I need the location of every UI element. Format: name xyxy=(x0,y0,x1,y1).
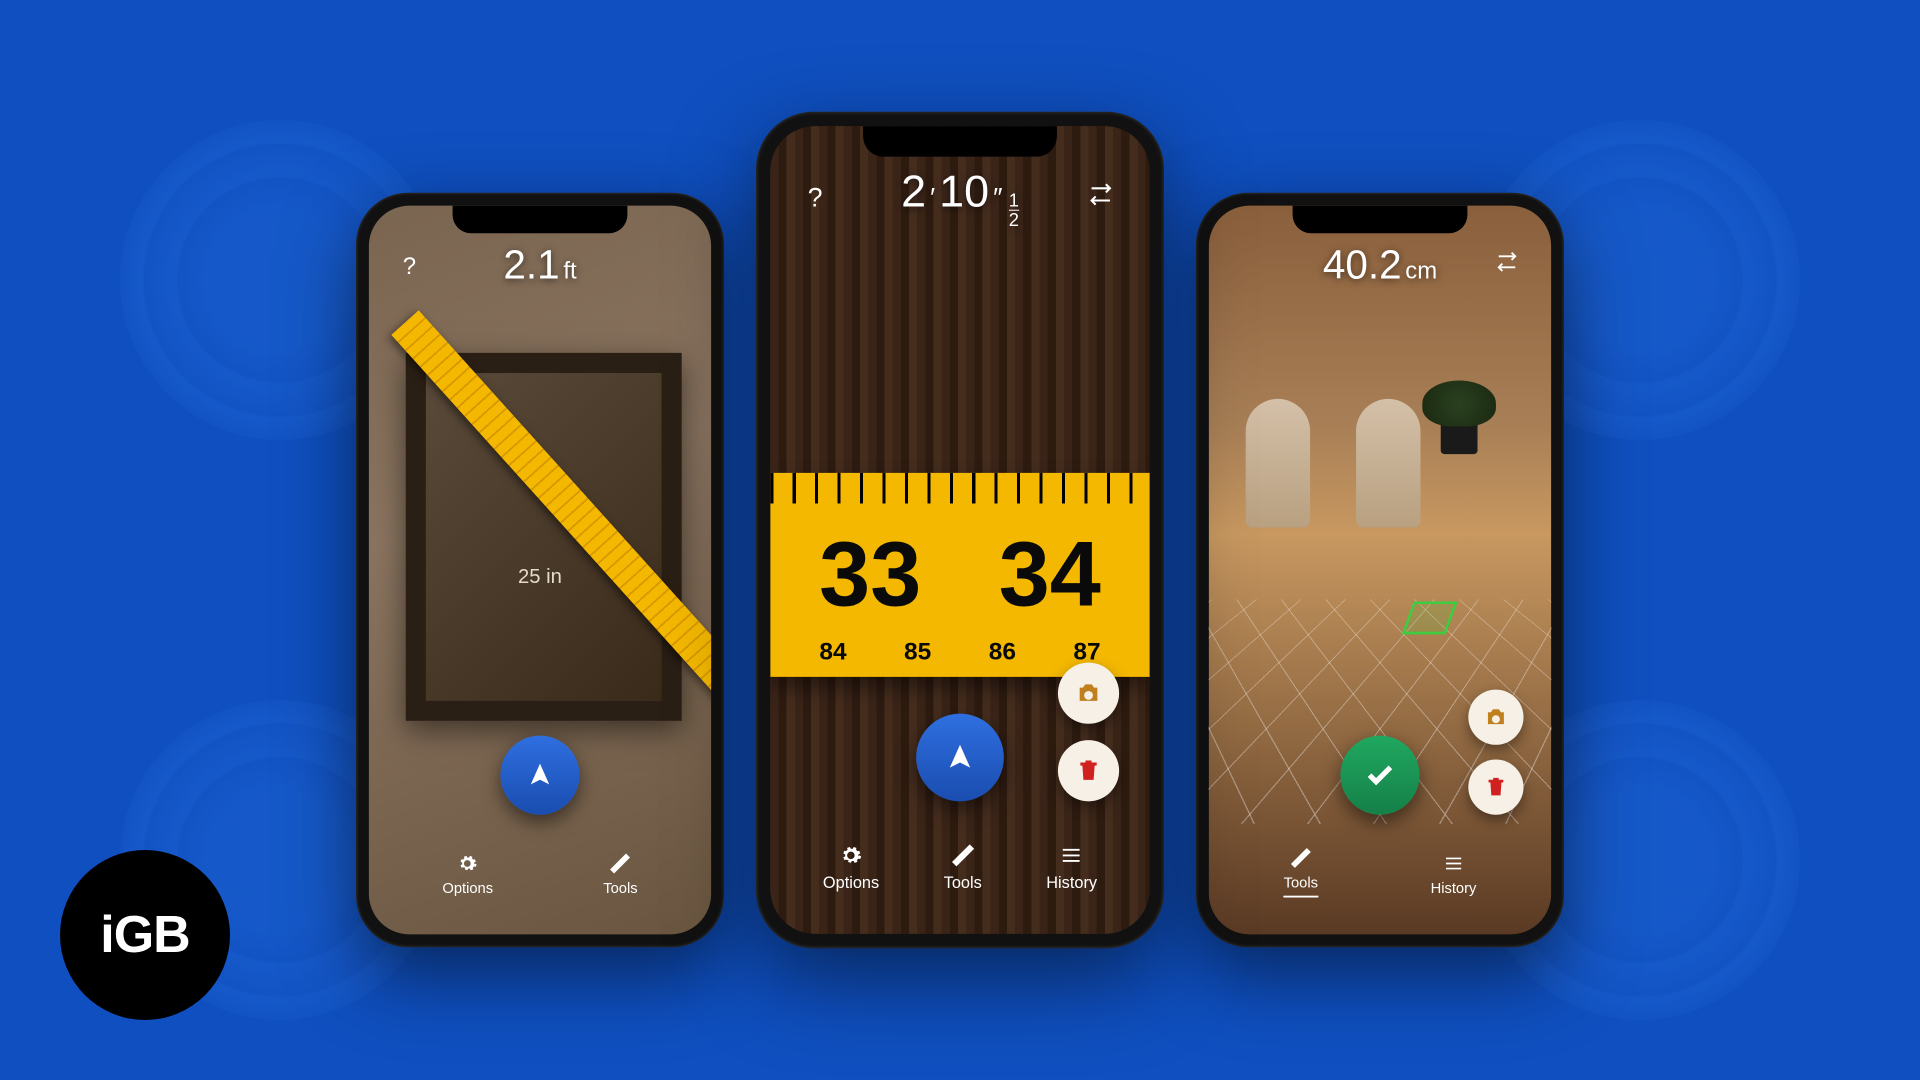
ruler-icon xyxy=(949,842,976,869)
bottom-nav: Options Tools xyxy=(369,852,711,898)
inch-mark: ″ xyxy=(993,182,1002,214)
measurement-feet: 2 xyxy=(901,167,926,218)
igb-logo-text: iGB xyxy=(100,905,189,965)
menu-icon xyxy=(1442,852,1466,876)
bottom-nav: Tools History xyxy=(1209,846,1551,898)
nav-label: Tools xyxy=(944,875,982,893)
phone-screen: 40.2 cm xyxy=(1209,206,1551,935)
help-icon[interactable]: ? xyxy=(799,182,832,215)
gear-icon xyxy=(838,842,865,869)
trash-icon xyxy=(1485,776,1507,798)
subject-picture-frame xyxy=(406,353,682,721)
nav-label: Options xyxy=(442,881,493,898)
measure-start-button[interactable] xyxy=(916,714,1004,802)
phone-mockup-left: ? 2.1 ft 25 in Options xyxy=(356,193,724,947)
measurement-value: 2.1 xyxy=(503,242,559,288)
confirm-button[interactable] xyxy=(1340,736,1419,815)
phone-mockup-right: 40.2 cm xyxy=(1196,193,1564,947)
ruler-sub-number: 86 xyxy=(989,638,1016,667)
phone-showcase: ? 2.1 ft 25 in Options xyxy=(260,90,1660,990)
camera-icon xyxy=(1075,680,1102,707)
nav-history[interactable]: History xyxy=(1046,842,1097,893)
unit-swap-button[interactable] xyxy=(1496,251,1525,280)
measure-start-button[interactable] xyxy=(500,736,579,815)
nav-label: History xyxy=(1431,881,1477,898)
measurement-readout: 2′ 10″ 1 2 xyxy=(901,167,1019,229)
nav-tools[interactable]: Tools xyxy=(1284,846,1318,898)
phone-notch xyxy=(1293,206,1468,234)
measurement-unit: ft xyxy=(563,256,576,285)
ruler-icon xyxy=(1289,846,1313,870)
app-topbar: ? 2.1 ft xyxy=(369,242,711,288)
trash-icon xyxy=(1076,758,1100,782)
nav-options[interactable]: Options xyxy=(442,852,493,898)
nav-tools[interactable]: Tools xyxy=(603,852,637,898)
chair-shape xyxy=(1356,399,1420,528)
measurement-readout: 40.2 cm xyxy=(1323,242,1437,288)
phone-screen: ? 2.1 ft 25 in Options xyxy=(369,206,711,935)
nav-options[interactable]: Options xyxy=(823,842,879,893)
side-action-buttons xyxy=(1058,663,1119,802)
app-topbar: 40.2 cm xyxy=(1209,242,1551,288)
scene-objects xyxy=(1209,344,1551,574)
nav-tools[interactable]: Tools xyxy=(944,842,982,893)
ruler-closeup: 33 34 84 85 86 87 xyxy=(770,473,1149,677)
fraction-bottom: 2 xyxy=(1009,210,1019,229)
nav-label: Tools xyxy=(603,881,637,898)
camera-icon xyxy=(1484,705,1508,729)
delete-button[interactable] xyxy=(1468,760,1523,815)
nav-label: History xyxy=(1046,875,1097,893)
pointer-arrow-icon xyxy=(526,761,554,789)
nav-history[interactable]: History xyxy=(1431,852,1477,898)
tape-inline-label: 25 in xyxy=(518,564,562,588)
ruler-main-numbers: 33 34 xyxy=(770,522,1149,627)
igb-logo-badge: iGB xyxy=(60,850,230,1020)
measurement-inches: 10 xyxy=(939,167,989,218)
nav-label: Tools xyxy=(1284,875,1318,892)
camera-capture-button[interactable] xyxy=(1468,690,1523,745)
ruler-number: 34 xyxy=(999,522,1101,627)
swap-icon xyxy=(1496,251,1518,273)
measurement-unit: cm xyxy=(1405,256,1437,285)
phone-mockup-center: ? 2′ 10″ 1 2 33 34 xyxy=(756,112,1164,948)
camera-capture-button[interactable] xyxy=(1058,663,1119,724)
measurement-value: 40.2 xyxy=(1323,242,1402,288)
menu-icon xyxy=(1058,842,1085,869)
ruler-ticks xyxy=(770,473,1149,504)
phone-screen: ? 2′ 10″ 1 2 33 34 xyxy=(770,126,1149,934)
side-action-buttons xyxy=(1468,690,1523,815)
bottom-nav: Options Tools History xyxy=(770,842,1149,893)
app-topbar: ? 2′ 10″ 1 2 xyxy=(770,167,1149,229)
measurement-fraction: 1 2 xyxy=(1009,191,1019,229)
feet-mark: ′ xyxy=(930,182,935,214)
ruler-number: 33 xyxy=(819,522,921,627)
pointer-arrow-icon xyxy=(945,742,976,773)
swap-icon xyxy=(1089,182,1113,206)
gear-icon xyxy=(456,852,480,876)
chair-shape xyxy=(1246,399,1310,528)
phone-notch xyxy=(863,126,1057,157)
nav-label: Options xyxy=(823,875,879,893)
check-icon xyxy=(1364,760,1395,791)
plant-shape xyxy=(1422,380,1496,454)
ruler-sub-number: 85 xyxy=(904,638,931,667)
phone-notch xyxy=(453,206,628,234)
measurement-readout: 2.1 ft xyxy=(503,242,576,288)
ruler-sub-number: 84 xyxy=(819,638,846,667)
delete-button[interactable] xyxy=(1058,740,1119,801)
fraction-top: 1 xyxy=(1009,191,1019,209)
ruler-icon xyxy=(608,852,632,876)
unit-swap-button[interactable] xyxy=(1089,182,1122,215)
help-icon[interactable]: ? xyxy=(395,251,424,280)
